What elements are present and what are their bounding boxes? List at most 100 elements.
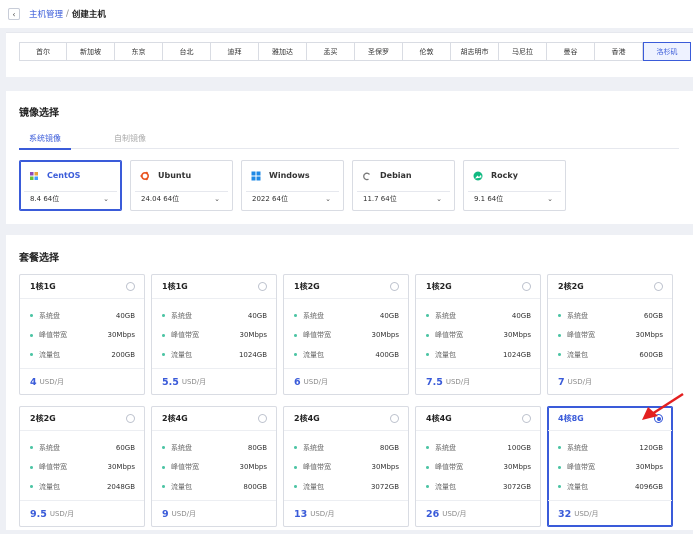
spec-row-bandwidth: 峰值带宽 30Mbps [426,326,531,346]
breadcrumb-separator: / [66,9,69,19]
package-header: 4核4G [416,407,540,430]
price-amount: 9.5 [30,508,47,520]
centos-icon [29,171,39,181]
os-version-select[interactable]: 24.04 64位 ⌄ [135,191,228,206]
spec-label-text: 峰值带宽 [171,463,199,472]
chevron-left-icon: ‹ [12,9,16,19]
os-card-rocky[interactable]: Rocky 9.1 64位 ⌄ [463,160,566,211]
package-card[interactable]: 1核1G 系统盘 40GB 峰值带宽 30Mbps 流量包 1024GB 5.5 USD/月 [151,274,277,395]
os-version-select[interactable]: 9.1 64位 ⌄ [468,191,561,206]
spec-label-text: 流量包 [567,350,588,359]
region-option[interactable]: 新加坡 [67,42,115,61]
package-card[interactable]: 2核4G 系统盘 80GB 峰值带宽 30Mbps 流量包 3072GB 13 USD/月 [283,406,409,527]
package-specs: 系统盘 40GB 峰值带宽 30Mbps 流量包 1024GB [416,298,540,369]
bullet-icon [558,465,561,469]
spec-value: 2048GB [106,482,135,491]
spec-row-disk: 系统盘 60GB [558,306,663,326]
region-option[interactable]: 台北 [163,42,211,61]
spec-row-bandwidth: 峰值带宽 30Mbps [294,326,399,346]
breadcrumb-parent-link[interactable]: 主机管理 [29,8,63,20]
bullet-icon [558,353,561,357]
region-option[interactable]: 马尼拉 [499,42,547,61]
region-option[interactable]: 迪拜 [211,42,259,61]
package-radio[interactable] [126,282,135,291]
spec-label: 流量包 [162,482,192,492]
package-card[interactable]: 1核1G 系统盘 40GB 峰值带宽 30Mbps 流量包 200GB 4 USD/月 [19,274,145,395]
region-option[interactable]: 圣保罗 [355,42,403,61]
spec-value: 120GB [639,443,663,452]
region-option[interactable]: 东京 [115,42,163,61]
package-price: 7.5 USD/月 [416,369,540,395]
package-name: 1核1G [162,282,188,291]
spec-value: 30Mbps [503,331,531,340]
region-option[interactable]: 香港 [595,42,643,61]
package-radio[interactable] [522,282,531,291]
bullet-icon [30,485,33,489]
region-option[interactable]: 曼谷 [547,42,595,61]
spec-row-disk: 系统盘 40GB [30,306,135,326]
package-radio[interactable] [654,282,663,291]
os-card-debian[interactable]: Debian 11.7 64位 ⌄ [352,160,455,211]
package-radio[interactable] [126,414,135,423]
spec-label: 峰值带宽 [162,462,199,472]
price-amount: 9 [162,508,169,520]
spec-label-text: 峰值带宽 [567,463,595,472]
spec-label: 峰值带宽 [426,462,463,472]
price-amount: 7 [558,376,565,388]
os-version-select[interactable]: 2022 64位 ⌄ [246,191,339,206]
spec-label-text: 系统盘 [303,443,324,452]
region-option[interactable]: 伦敦 [403,42,451,61]
chevron-down-icon: ⌄ [103,195,109,203]
package-card[interactable]: 4核8G 系统盘 120GB 峰值带宽 30Mbps 流量包 4096GB 32 USD/月 [547,406,673,527]
spec-row-disk: 系统盘 120GB [558,438,663,458]
package-radio[interactable] [258,282,267,291]
spec-label: 峰值带宽 [30,462,67,472]
os-version-select[interactable]: 8.4 64位 ⌄ [24,191,117,206]
spec-label-text: 流量包 [435,350,456,359]
bullet-icon [294,485,297,489]
price-currency: USD/月 [39,378,64,386]
region-option[interactable]: 胡志明市 [451,42,499,61]
os-card-ubuntu[interactable]: Ubuntu 24.04 64位 ⌄ [130,160,233,211]
spec-label-text: 系统盘 [303,311,324,320]
spec-label: 系统盘 [426,443,456,453]
bullet-icon [30,333,33,337]
package-section-title: 套餐选择 [19,253,59,264]
spec-value: 3072GB [502,482,531,491]
package-card[interactable]: 2核2G 系统盘 60GB 峰值带宽 30Mbps 流量包 2048GB 9.5 USD/月 [19,406,145,527]
package-radio[interactable] [258,414,267,423]
spec-label: 系统盘 [162,443,192,453]
region-option[interactable]: 洛杉矶 [643,42,691,61]
tab-system-image[interactable]: 系统镜像 [19,133,71,150]
package-specs: 系统盘 80GB 峰值带宽 30Mbps 流量包 800GB [152,430,276,501]
spec-label-text: 系统盘 [39,443,60,452]
package-radio[interactable] [390,282,399,291]
package-price: 26 USD/月 [416,501,540,527]
bullet-icon [30,465,33,469]
back-button[interactable]: ‹ [8,8,20,20]
package-radio[interactable] [390,414,399,423]
os-name: Windows [269,171,310,180]
os-version-select[interactable]: 11.7 64位 ⌄ [357,191,450,206]
package-card[interactable]: 2核4G 系统盘 80GB 峰值带宽 30Mbps 流量包 800GB 9 USD/月 [151,406,277,527]
region-option[interactable]: 首尔 [19,42,67,61]
spec-value: 30Mbps [635,331,663,340]
spec-label-text: 系统盘 [435,443,456,452]
spec-label: 流量包 [426,482,456,492]
os-card-header: Debian [353,161,454,190]
package-card[interactable]: 2核2G 系统盘 60GB 峰值带宽 30Mbps 流量包 600GB 7 USD/月 [547,274,673,395]
package-card[interactable]: 1核2G 系统盘 40GB 峰值带宽 30Mbps 流量包 1024GB 7.5 USD/月 [415,274,541,395]
spec-value: 30Mbps [239,331,267,340]
region-option[interactable]: 雅加达 [259,42,307,61]
region-option[interactable]: 孟买 [307,42,355,61]
tab-custom-image[interactable]: 自制镜像 [104,133,156,149]
package-price: 9.5 USD/月 [20,501,144,527]
package-card[interactable]: 1核2G 系统盘 40GB 峰值带宽 30Mbps 流量包 400GB 6 USD/月 [283,274,409,395]
package-radio[interactable] [522,414,531,423]
os-card-centos[interactable]: CentOS 8.4 64位 ⌄ [19,160,122,211]
package-card[interactable]: 4核4G 系统盘 100GB 峰值带宽 30Mbps 流量包 3072GB 26 USD/月 [415,406,541,527]
rocky-icon [473,171,483,181]
os-name: Rocky [491,171,518,180]
price-currency: USD/月 [310,510,335,518]
os-card-windows[interactable]: Windows 2022 64位 ⌄ [241,160,344,211]
